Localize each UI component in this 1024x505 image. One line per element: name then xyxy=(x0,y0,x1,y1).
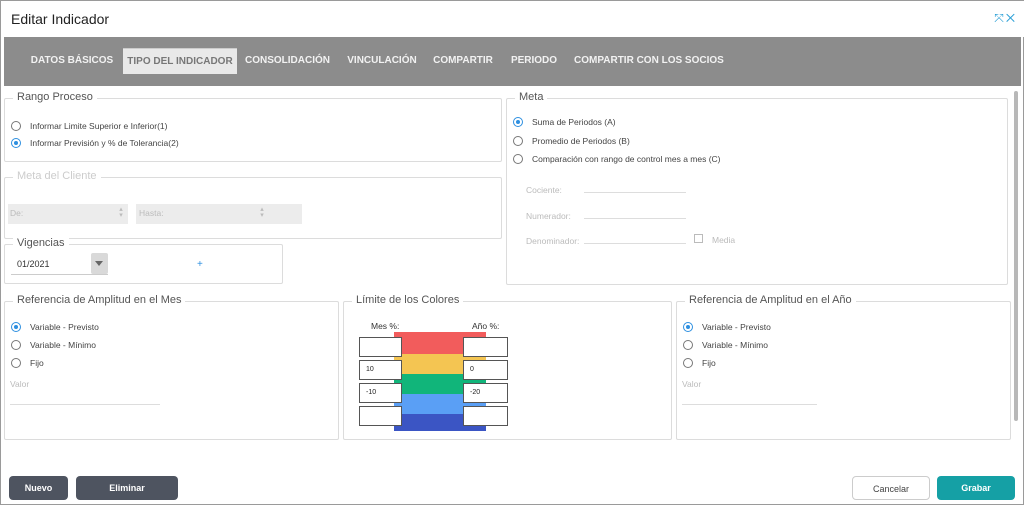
nuevo-button[interactable]: Nuevo xyxy=(9,476,68,500)
de-spinner-icon[interactable]: ▴ ▾ xyxy=(117,206,125,219)
vigencias-legend: Vigencias xyxy=(13,237,69,249)
mes-limit-input-4[interactable] xyxy=(359,406,402,426)
tab-consolidacion[interactable]: CONSOLIDACIÓN xyxy=(245,48,330,74)
mes-limit-input-3[interactable]: -10 xyxy=(359,383,402,403)
radio-circle[interactable] xyxy=(11,358,21,368)
radio-comparacion-rango[interactable]: Comparación con rango de control mes a m… xyxy=(513,154,721,164)
radio-ano-variable-minimo[interactable]: Variable - Mínimo xyxy=(683,340,768,350)
vertical-scrollbar[interactable] xyxy=(1014,91,1018,421)
radio-mes-fijo[interactable]: Fijo xyxy=(11,358,44,368)
meta-cliente-legend: Meta del Cliente xyxy=(13,170,101,182)
radio-prevision-tolerancia[interactable]: Informar Previsión y % de Tolerancia(2) xyxy=(11,138,179,148)
radio-limite-superior-inferior[interactable]: Informar Limite Superior e Inferior(1) xyxy=(11,121,167,131)
mes-limit-input-2[interactable]: 10 xyxy=(359,360,402,380)
radio-circle[interactable] xyxy=(11,121,21,131)
meta-legend: Meta xyxy=(515,91,548,103)
expand-close-icons[interactable]: ⤧✕ xyxy=(994,11,1017,26)
ano-percent-label: Año %: xyxy=(472,321,500,331)
tab-periodo[interactable]: PERIODO xyxy=(508,48,560,74)
ref-mes-legend: Referencia de Amplitud en el Mes xyxy=(13,294,186,306)
numerador-input[interactable] xyxy=(584,207,686,219)
tab-vinculacion[interactable]: VINCULACIÓN xyxy=(344,48,420,74)
radio-circle[interactable] xyxy=(11,340,21,350)
mes-limit-input-1[interactable] xyxy=(359,337,402,357)
radio-promedio-periodos[interactable]: Promedio de Periodos (B) xyxy=(513,136,630,146)
radio-circle[interactable] xyxy=(683,340,693,350)
de-field[interactable] xyxy=(8,204,128,224)
mes-percent-label: Mes %: xyxy=(371,321,400,331)
ano-limit-input-3[interactable]: -20 xyxy=(463,383,508,403)
tab-tipo-del-indicador[interactable]: TIPO DEL INDICADOR xyxy=(123,48,237,74)
tab-datos-basicos[interactable]: DATOS BÁSICOS xyxy=(24,48,120,74)
eliminar-button[interactable]: Eliminar xyxy=(76,476,178,500)
radio-mes-variable-previsto[interactable]: Variable - Previsto xyxy=(11,322,99,332)
radio-circle-checked[interactable] xyxy=(513,117,523,127)
dialog-window: Editar Indicador ⤧✕ DATOS BÁSICOS TIPO D… xyxy=(0,0,1024,505)
valor-ano-label: Valor xyxy=(682,379,702,389)
ano-limit-input-2[interactable]: 0 xyxy=(463,360,508,380)
title-bar: Editar Indicador ⤧✕ xyxy=(1,1,1024,37)
media-checkbox[interactable] xyxy=(694,234,703,243)
denominador-input[interactable] xyxy=(584,232,686,244)
ano-limit-input-4[interactable] xyxy=(463,406,508,426)
valor-ano-input[interactable] xyxy=(682,393,817,405)
hasta-spinner-icon[interactable]: ▴ ▾ xyxy=(258,206,266,219)
grabar-button[interactable]: Grabar xyxy=(937,476,1015,500)
cociente-input[interactable] xyxy=(584,181,686,193)
radio-circle[interactable] xyxy=(683,358,693,368)
hasta-label: Hasta: xyxy=(139,208,164,218)
radio-ano-fijo[interactable]: Fijo xyxy=(683,358,716,368)
tab-compartir-socios[interactable]: COMPARTIR CON LOS SOCIOS xyxy=(574,48,724,74)
media-label: Media xyxy=(712,235,736,245)
tab-bar: DATOS BÁSICOS TIPO DEL INDICADOR CONSOLI… xyxy=(4,37,1021,86)
rango-proceso-legend: Rango Proceso xyxy=(13,91,97,103)
radio-circle-checked[interactable] xyxy=(11,322,21,332)
radio-circle-checked[interactable] xyxy=(11,138,21,148)
add-vigencia-button[interactable]: + xyxy=(197,259,203,270)
ano-limit-input-1[interactable] xyxy=(463,337,508,357)
cociente-label: Cociente: xyxy=(526,185,562,195)
numerador-label: Numerador: xyxy=(526,211,571,221)
radio-circle-checked[interactable] xyxy=(683,322,693,332)
ref-ano-legend: Referencia de Amplitud en el Año xyxy=(685,294,856,306)
limite-colores-legend: Límite de los Colores xyxy=(352,294,464,306)
valor-mes-label: Valor xyxy=(10,379,30,389)
radio-suma-periodos[interactable]: Suma de Periodos (A) xyxy=(513,117,616,127)
de-label: De: xyxy=(10,208,24,218)
denominador-label: Denominador: xyxy=(526,236,580,246)
radio-ano-variable-previsto[interactable]: Variable - Previsto xyxy=(683,322,771,332)
chevron-down-icon[interactable] xyxy=(91,253,108,274)
cancelar-button[interactable]: Cancelar xyxy=(852,476,930,500)
dialog-title: Editar Indicador xyxy=(11,11,110,27)
valor-mes-input[interactable] xyxy=(10,393,160,405)
radio-mes-variable-minimo[interactable]: Variable - Mínimo xyxy=(11,340,96,350)
radio-circle[interactable] xyxy=(513,154,523,164)
tab-compartir[interactable]: COMPARTIR xyxy=(431,48,495,74)
radio-circle[interactable] xyxy=(513,136,523,146)
